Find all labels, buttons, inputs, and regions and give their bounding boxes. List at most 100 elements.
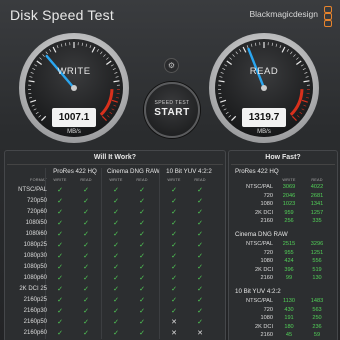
resolution-name: NTSC/PAL [246, 241, 273, 247]
check-icon: ✓ [57, 220, 63, 227]
read-speed-unit: MB/s [257, 129, 271, 135]
write-fps-value: 430 [284, 306, 294, 313]
write-fps-value: 1023 [282, 201, 296, 208]
check-icon: ✓ [83, 242, 89, 249]
write-label: WRITE [57, 66, 91, 77]
check-icon: ✓ [139, 231, 145, 238]
check-icon: ✓ [83, 308, 89, 315]
check-icon: ✓ [57, 319, 63, 326]
check-icon: ✓ [139, 198, 145, 205]
codec-section-title: ProRes 422 HQ [235, 168, 279, 175]
disk-speed-test-window: Disk Speed Test Blackmagicdesign WRITE 1… [0, 0, 340, 340]
table-row: 1080p25 ✓ ✓ ✓ ✓ ✓ ✓ [5, 241, 225, 251]
check-icon: ✓ [139, 264, 145, 271]
check-icon: ✓ [139, 242, 145, 249]
read-column-header: READ [80, 178, 92, 182]
check-icon: ✓ [171, 198, 177, 205]
table-row: 1080p30 ✓ ✓ ✓ ✓ ✓ ✓ [5, 252, 225, 262]
check-icon: ✓ [83, 187, 89, 194]
read-gauge-dial [209, 33, 319, 143]
check-icon: ✓ [171, 253, 177, 260]
check-icon: ✓ [113, 198, 119, 205]
divider [231, 164, 335, 165]
resolution-name: 720 [263, 306, 273, 313]
title-bar: Disk Speed Test Blackmagicdesign [0, 0, 340, 30]
check-icon: ✓ [83, 264, 89, 271]
read-fps-value: 1341 [310, 201, 324, 208]
resolution-name: 1080 [260, 258, 273, 265]
check-icon: ✓ [197, 286, 203, 293]
check-icon: ✓ [83, 297, 89, 304]
check-icon: ✓ [171, 209, 177, 216]
check-icon: ✓ [83, 209, 89, 216]
write-column-header: WRITE [109, 178, 123, 182]
resolution-name: 2K DCI [254, 209, 273, 216]
read-column-header: READ [311, 178, 323, 182]
check-icon: ✓ [113, 242, 119, 249]
format-name: 1080p60 [23, 275, 47, 281]
check-icon: ✓ [113, 231, 119, 238]
check-icon: ✓ [57, 198, 63, 205]
codec-section-title: 10 Bit YUV 4:2:2 [235, 288, 281, 295]
how-fast-panel: How Fast? ProRes 422 HQ WRITE READ NTSC/PAL… [228, 150, 338, 340]
check-icon: ✓ [171, 242, 177, 249]
check-icon: ✓ [197, 220, 203, 227]
resolution-name: 2160 [260, 275, 273, 282]
check-icon: ✓ [113, 209, 119, 216]
check-icon: ✓ [139, 209, 145, 216]
check-icon: ✓ [113, 297, 119, 304]
resolution-name: NTSC/PAL [246, 184, 273, 190]
format-name: 720p50 [26, 198, 47, 204]
check-icon: ✓ [57, 231, 63, 238]
resolution-name: 720 [263, 249, 273, 256]
table-row: 1080p60 ✓ ✓ ✓ ✓ ✓ ✓ [5, 274, 225, 284]
check-icon: ✓ [197, 308, 203, 315]
table-row: 720p60 ✓ ✓ ✓ ✓ ✓ ✓ [5, 208, 225, 218]
check-icon: ✓ [113, 286, 119, 293]
check-icon: ✓ [197, 275, 203, 282]
check-icon: ✓ [57, 297, 63, 304]
will-it-work-title: Will It Work? [93, 154, 137, 161]
write-gauge: WRITE 1007.1 MB/s [18, 32, 130, 144]
brand-name: Blackmagicdesign [249, 9, 318, 19]
check-icon: ✓ [139, 187, 145, 194]
check-icon: ✓ [171, 275, 177, 282]
check-icon: ✓ [139, 319, 145, 326]
format-name: NTSC/PAL [18, 187, 47, 193]
check-icon: ✓ [57, 209, 63, 216]
read-fps-value: 1257 [310, 209, 324, 216]
write-fps-value: 3069 [282, 184, 296, 190]
table-row: 2160p50 ✓ ✓ ✓ ✓ ✕ ✓ [5, 318, 225, 328]
format-name: 1080i60 [25, 231, 47, 237]
check-icon: ✓ [139, 253, 145, 260]
check-icon: ✓ [83, 220, 89, 227]
check-icon: ✓ [57, 275, 63, 282]
check-icon: ✓ [57, 242, 63, 249]
format-name: 2160p50 [23, 319, 47, 325]
check-icon: ✓ [139, 286, 145, 293]
check-icon: ✓ [113, 308, 119, 315]
format-name: 2K DCI 25 [19, 286, 47, 292]
check-icon: ✓ [197, 253, 203, 260]
write-fps-value: 45 [285, 332, 293, 339]
write-column-header: WRITE [53, 178, 67, 182]
start-button[interactable]: SPEED TEST START [144, 82, 200, 138]
read-fps-value: 335 [312, 218, 322, 225]
will-it-work-panel: Will It Work? FORMAT ProRes 422 HQ WRITE R… [4, 150, 226, 340]
format-name: 2160p30 [23, 308, 47, 314]
settings-button[interactable]: ⚙ [164, 58, 179, 73]
read-fps-value: 1251 [310, 249, 324, 256]
write-fps-value: 256 [284, 218, 294, 225]
check-icon: ✓ [139, 275, 145, 282]
resolution-name: 2160 [260, 332, 273, 339]
check-icon: ✓ [197, 297, 203, 304]
resolution-name: 2160 [260, 218, 273, 225]
how-fast-title: How Fast? [265, 154, 301, 161]
check-icon: ✓ [139, 297, 145, 304]
check-icon: ✓ [57, 253, 63, 260]
read-column-header: READ [136, 178, 148, 182]
table-row: 1080p50 ✓ ✓ ✓ ✓ ✓ ✓ [5, 263, 225, 273]
format-name: 1080i50 [25, 220, 47, 226]
write-fps-value: 1130 [282, 298, 296, 304]
cross-icon: ✕ [197, 330, 203, 337]
